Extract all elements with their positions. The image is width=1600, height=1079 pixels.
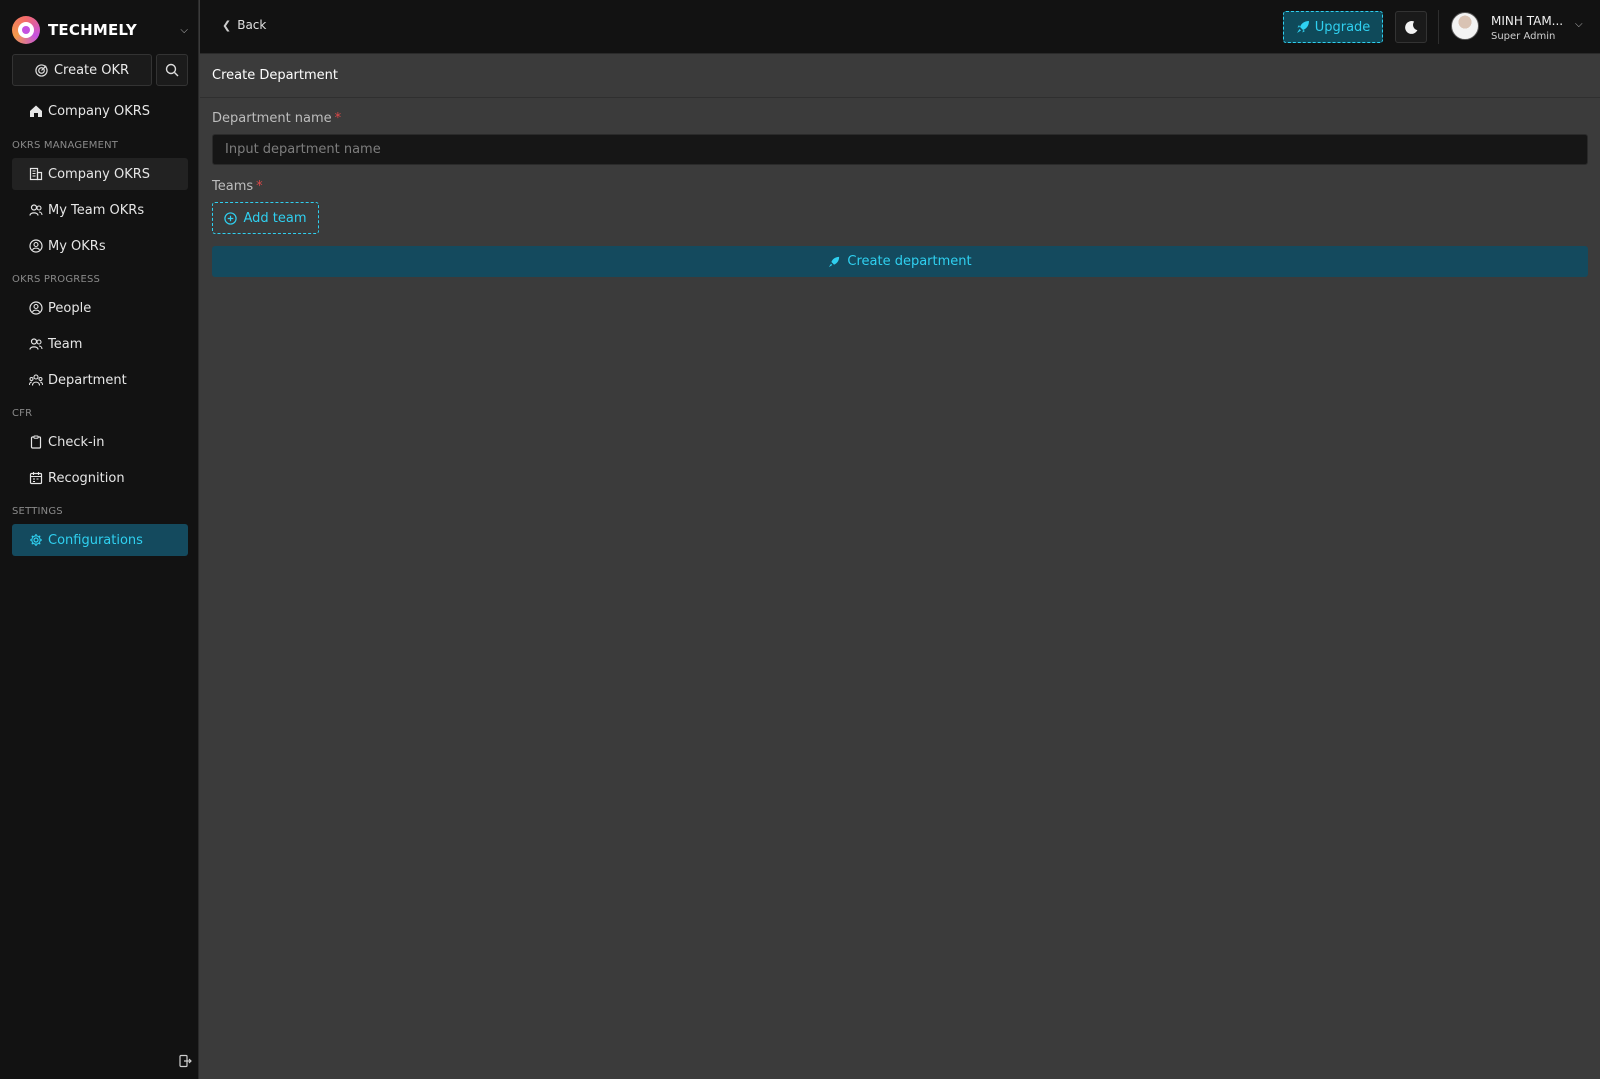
create-okr-label: Create OKR [53,62,130,78]
sidebar-item-home[interactable]: Company OKRS [12,95,188,127]
add-team-button[interactable]: Add team [212,202,319,234]
target-icon [35,63,48,77]
home-icon [29,104,43,118]
avatar [1451,12,1479,40]
theme-toggle-button[interactable] [1395,11,1427,43]
section-cfr: CFR [12,408,33,419]
create-okr-button[interactable]: Create OKR [12,54,152,86]
sidebar-item-label: Company OKRS [48,103,151,119]
chevron-down-icon: ⌵ [1575,19,1583,30]
top-header: ❮ Back Upgrade MINH TAM... Super Admin ⌵ [200,0,1600,54]
teams-label-text: Teams [212,179,254,194]
plus-circle-icon [224,211,238,225]
department-name-input[interactable] [212,134,1588,165]
sidebar-item-my-team-okrs[interactable]: My Team OKRs [12,194,188,226]
sidebar-item-label: My OKRs [48,238,106,254]
teams-label: Teams * [212,179,263,194]
user-role: Super Admin [1491,31,1556,42]
brand-switcher[interactable]: TECHMELY ⌵ [12,16,188,44]
create-department-label: Create department [847,254,972,269]
sidebar-item-recognition[interactable]: Recognition [12,462,188,494]
page-header: Create Department [200,55,1600,98]
user-circle-icon [29,301,43,315]
calendar-icon [29,471,43,485]
users-icon [29,203,43,217]
rocket-icon [828,256,840,268]
department-name-label-text: Department name [212,111,332,126]
sidebar-item-label: My Team OKRs [48,202,145,218]
sidebar-item-check-in[interactable]: Check-in [12,426,188,458]
back-label: Back [237,18,267,32]
sidebar-item-label: Team [48,336,83,352]
moon-icon [1404,20,1419,35]
logout-icon[interactable] [178,1054,192,1068]
department-name-label: Department name * [212,111,341,126]
sidebar-item-label: Company OKRS [48,166,151,182]
sidebar-item-team[interactable]: Team [12,328,188,360]
sidebar-item-my-okrs[interactable]: My OKRs [12,230,188,262]
sidebar-item-department[interactable]: Department [12,364,188,396]
clipboard-icon [29,435,43,449]
search-icon [165,63,179,77]
add-team-label: Add team [243,210,307,226]
header-divider [1438,10,1439,44]
chevron-left-icon: ❮ [222,18,232,32]
create-department-button[interactable]: Create department [212,246,1588,277]
user-menu[interactable]: MINH TAM... Super Admin ⌵ [1451,12,1591,44]
user-name: MINH TAM... [1491,14,1564,28]
user-circle-icon [29,239,43,253]
brand-name: TECHMELY [48,21,137,39]
section-okrs-progress: OKRS PROGRESS [12,274,101,285]
chevron-down-icon: ⌵ [180,24,188,36]
back-button[interactable]: ❮ Back [222,18,266,32]
required-mark: * [256,179,263,194]
sidebar-item-people[interactable]: People [12,292,188,324]
sidebar-item-label: Check-in [48,434,105,450]
sidebar-item-label: Configurations [48,532,143,548]
sidebar-item-company-okrs[interactable]: Company OKRS [12,158,188,190]
brand-logo [12,16,40,44]
users-group-icon [29,373,43,387]
upgrade-button[interactable]: Upgrade [1283,11,1383,43]
gear-icon [29,533,43,547]
upgrade-label: Upgrade [1314,19,1371,35]
users-icon [29,337,43,351]
section-settings: SETTINGS [12,506,63,517]
page-title: Create Department [212,68,338,83]
sidebar: TECHMELY ⌵ Create OKR Company OKRS OKRS … [0,0,199,1079]
rocket-icon [1296,20,1310,34]
search-button[interactable] [156,54,188,86]
sidebar-item-label: People [48,300,92,316]
sidebar-item-label: Department [48,372,127,388]
section-okrs-management: OKRS MANAGEMENT [12,140,119,151]
building-icon [29,167,43,181]
sidebar-item-configurations[interactable]: Configurations [12,524,188,556]
sidebar-item-label: Recognition [48,470,125,486]
required-mark: * [334,111,342,126]
